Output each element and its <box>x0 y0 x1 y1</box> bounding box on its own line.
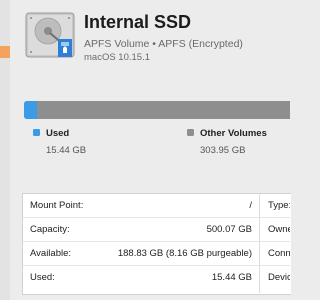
info-key: Connec <box>268 248 290 259</box>
info-row-device: Device: <box>260 265 290 289</box>
info-key: Available: <box>30 248 72 259</box>
info-key: Owners <box>268 224 290 235</box>
info-value: 500.07 GB <box>206 224 252 235</box>
legend-other-volumes: Other Volumes <box>187 128 267 139</box>
info-row-connection: Connec <box>260 241 290 266</box>
other-volumes-color-swatch <box>187 129 194 136</box>
info-row-owners: Owners <box>260 217 290 242</box>
volume-title: Internal SSD <box>84 12 192 32</box>
sidebar-edge <box>0 0 10 300</box>
info-row-used: Used: 15.44 GB <box>23 265 259 289</box>
storage-usage-bar <box>24 101 290 119</box>
legend-other-value: 303.95 GB <box>200 145 246 156</box>
sidebar-selection-highlight <box>0 46 10 58</box>
legend-other-label: Other Volumes <box>200 128 267 139</box>
info-value: 15.44 GB <box>211 272 252 283</box>
info-value: / <box>249 200 252 211</box>
info-key: Used: <box>30 272 55 283</box>
info-key: Type: <box>268 200 290 211</box>
info-row-available: Available: 188.83 GB (8.16 GB purgeable) <box>23 241 259 266</box>
legend-used-label: Used <box>46 128 70 139</box>
info-key: Device: <box>268 272 290 283</box>
info-key: Capacity: <box>30 224 70 235</box>
legend-used-value: 15.44 GB <box>46 145 87 156</box>
internal-drive-icon <box>25 12 75 58</box>
info-row-capacity: Capacity: 500.07 GB <box>23 217 259 242</box>
info-row-mount-point: Mount Point: / <box>23 193 259 218</box>
used-space-segment <box>24 101 37 119</box>
info-value: 188.83 GB (8.16 GB purgeable) <box>117 248 252 259</box>
info-row-type: Type: <box>260 193 290 218</box>
used-color-swatch <box>33 129 40 136</box>
os-version: macOS 10.15.1 <box>84 52 151 63</box>
legend-used: Used <box>33 128 69 139</box>
volume-format: APFS Volume • APFS (Encrypted) <box>84 38 243 50</box>
info-key: Mount Point: <box>30 200 84 211</box>
